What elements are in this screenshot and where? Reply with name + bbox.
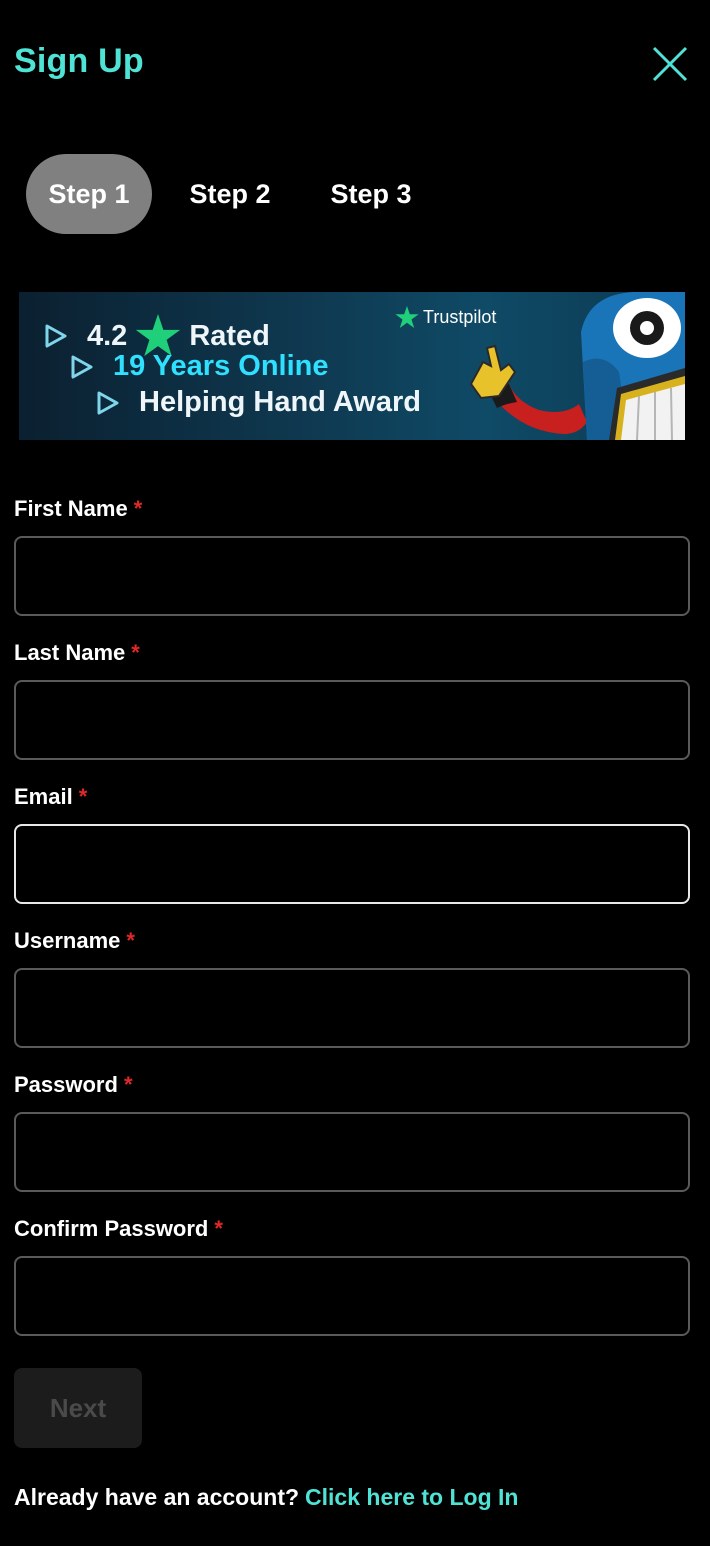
- username-label-text: Username: [14, 928, 121, 953]
- play-triangle-icon: [45, 324, 67, 348]
- confirm-password-field[interactable]: [14, 1256, 690, 1336]
- last-name-label-text: Last Name: [14, 640, 126, 665]
- last-name-label: Last Name *: [14, 640, 140, 666]
- login-prompt: Already have an account?: [14, 1484, 300, 1510]
- required-marker: *: [126, 928, 135, 953]
- trustpilot-star-icon: [395, 306, 419, 328]
- required-marker: *: [131, 640, 140, 665]
- play-triangle-icon: [97, 391, 119, 414]
- login-link[interactable]: Click here to Log In: [305, 1484, 518, 1510]
- tab-step-2[interactable]: Step 2: [152, 154, 308, 234]
- email-label-text: Email: [14, 784, 73, 809]
- password-label-text: Password: [14, 1072, 118, 1097]
- tab-step-1[interactable]: Step 1: [26, 154, 152, 234]
- mascot-illustration: [469, 292, 685, 440]
- first-name-field[interactable]: [14, 536, 690, 616]
- next-button[interactable]: Next: [14, 1368, 142, 1448]
- tab-step-3[interactable]: Step 3: [308, 154, 434, 234]
- password-field[interactable]: [14, 1112, 690, 1192]
- first-name-label-text: First Name: [14, 496, 128, 521]
- required-marker: *: [78, 784, 88, 809]
- login-prompt-line: Already have an account? Click here to Lo…: [14, 1484, 518, 1511]
- required-marker: *: [133, 496, 143, 521]
- required-marker: *: [123, 1072, 133, 1097]
- email-field[interactable]: [14, 824, 690, 904]
- signup-page: Sign Up Step 1 Step 2 Step 3 4.2 Rated 1…: [0, 0, 710, 1546]
- username-label: Username *: [14, 928, 135, 954]
- confirm-password-label: Confirm Password *: [14, 1216, 223, 1242]
- required-marker: *: [214, 1216, 223, 1241]
- close-button[interactable]: [650, 44, 690, 84]
- banner-years-line: 19 Years Online: [69, 350, 329, 383]
- last-name-field[interactable]: [14, 680, 690, 760]
- close-icon: [652, 46, 688, 82]
- password-label: Password *: [14, 1072, 133, 1098]
- promo-banner[interactable]: 4.2 Rated 19 Years Online Helping Hand A…: [19, 292, 685, 440]
- first-name-label: First Name *: [14, 496, 142, 522]
- banner-years-online: 19 Years Online: [113, 350, 329, 382]
- play-triangle-icon: [71, 355, 93, 378]
- page-title: Sign Up: [14, 42, 144, 80]
- banner-rated-label: Rated: [189, 319, 270, 352]
- banner-award: Helping Hand Award: [139, 386, 421, 418]
- confirm-password-label-text: Confirm Password: [14, 1216, 209, 1241]
- email-label: Email *: [14, 784, 87, 810]
- banner-award-line: Helping Hand Award: [95, 386, 421, 419]
- step-tabs: Step 1 Step 2 Step 3: [26, 154, 434, 234]
- banner-rating: 4.2: [87, 319, 128, 352]
- username-field[interactable]: [14, 968, 690, 1048]
